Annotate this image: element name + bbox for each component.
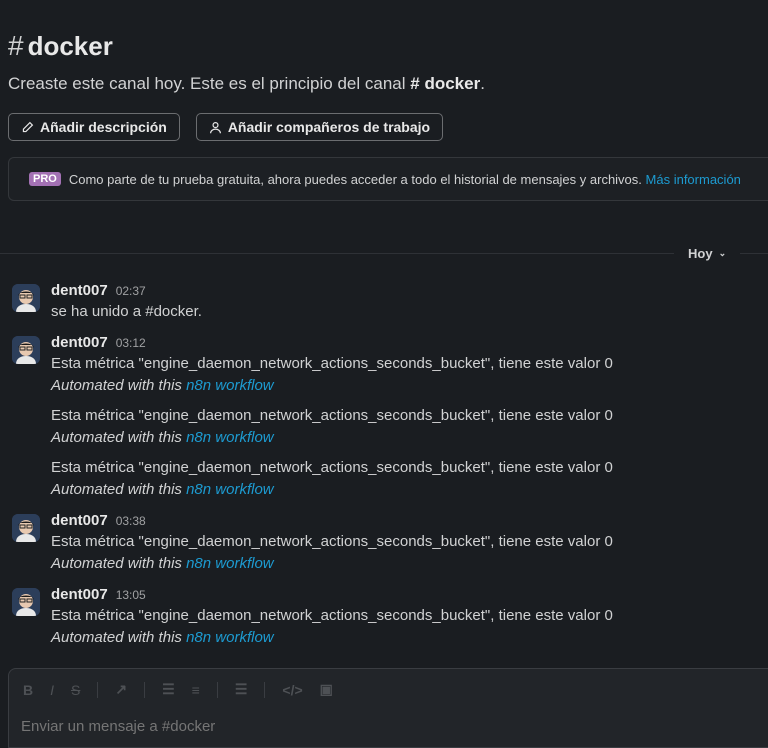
italic-icon[interactable]: I [50, 682, 54, 698]
channel-intro: Creaste este canal hoy. Este es el princ… [8, 74, 485, 94]
more-info-link[interactable]: Más información [646, 172, 741, 187]
add-description-button[interactable]: Añadir descripción [8, 113, 180, 141]
day-divider-line [0, 253, 768, 254]
ordered-list-icon[interactable]: ☰ [162, 681, 175, 698]
n8n-workflow-link[interactable]: n8n workflow [186, 555, 274, 572]
avatar[interactable] [12, 588, 40, 616]
automation-note: Automated with this n8n workflow [51, 429, 274, 446]
n8n-workflow-link[interactable]: n8n workflow [186, 429, 274, 446]
message-text: Esta métrica "engine_daemon_network_acti… [51, 407, 613, 424]
message-timestamp[interactable]: 03:12 [116, 336, 146, 350]
intro-end: . [480, 74, 485, 93]
message-timestamp[interactable]: 13:05 [116, 588, 146, 602]
message-input[interactable] [21, 718, 421, 735]
avatar[interactable] [12, 514, 40, 542]
intro-text: Creaste este canal hoy. Este es el princ… [8, 74, 406, 93]
user-icon [209, 121, 221, 133]
pro-trial-banner: PRO Como parte de tu prueba gratuita, ah… [8, 157, 768, 201]
link-icon[interactable]: ↗ [115, 681, 127, 698]
message-timestamp[interactable]: 02:37 [116, 284, 146, 298]
avatar[interactable] [12, 336, 40, 364]
channel-name: docker [27, 30, 113, 61]
automation-note: Automated with this n8n workflow [51, 555, 274, 572]
automation-note: Automated with this n8n workflow [51, 481, 274, 498]
code-icon[interactable]: </> [282, 682, 302, 698]
formatting-toolbar: B I S ↗ ☰ ≡ ☰ </> ▣ [23, 681, 333, 698]
add-teammates-label: Añadir compañeros de trabajo [227, 119, 431, 135]
n8n-workflow-link[interactable]: n8n workflow [186, 377, 274, 394]
pro-badge: PRO [29, 172, 61, 186]
toolbar-divider [264, 681, 266, 698]
message-author[interactable]: dent007 [51, 586, 108, 603]
channel-title[interactable]: # docker [8, 30, 113, 62]
code-block-icon[interactable]: ▣ [320, 681, 333, 698]
add-description-label: Añadir descripción [40, 119, 167, 135]
chevron-down-icon: ⌄ [718, 247, 727, 258]
add-teammates-button[interactable]: Añadir compañeros de trabajo [195, 113, 444, 141]
channel-actions: Añadir descripción Añadir compañeros de … [8, 113, 444, 141]
n8n-workflow-link[interactable]: n8n workflow [186, 629, 274, 646]
channel-header: # docker [8, 30, 113, 62]
n8n-workflow-link[interactable]: n8n workflow [186, 481, 274, 498]
intro-channel-name[interactable]: # docker [410, 74, 480, 93]
message-text: Esta métrica "engine_daemon_network_acti… [51, 533, 613, 550]
day-divider[interactable]: Hoy ⌄ [674, 242, 741, 264]
message-author[interactable]: dent007 [51, 282, 108, 299]
message-text: Esta métrica "engine_daemon_network_acti… [51, 459, 613, 476]
message-author[interactable]: dent007 [51, 334, 108, 351]
day-label: Hoy [688, 245, 713, 261]
pencil-icon [22, 121, 34, 132]
blockquote-icon[interactable]: ☰ [235, 681, 248, 698]
automation-note: Automated with this n8n workflow [51, 377, 274, 394]
toolbar-divider [144, 681, 146, 698]
bulleted-list-icon[interactable]: ≡ [192, 682, 200, 698]
avatar[interactable] [12, 284, 40, 312]
toolbar-divider [97, 681, 99, 698]
message-text: Esta métrica "engine_daemon_network_acti… [51, 607, 613, 624]
message-text: se ha unido a #docker. [51, 303, 202, 320]
strikethrough-icon[interactable]: S [71, 682, 80, 698]
message-text: Esta métrica "engine_daemon_network_acti… [51, 355, 613, 372]
message-timestamp[interactable]: 03:38 [116, 514, 146, 528]
message-composer: B I S ↗ ☰ ≡ ☰ </> ▣ [8, 668, 768, 748]
hash-icon: # [8, 30, 24, 61]
bold-icon[interactable]: B [23, 682, 33, 698]
automation-note: Automated with this n8n workflow [51, 629, 274, 646]
pro-banner-text: Como parte de tu prueba gratuita, ahora … [68, 171, 642, 187]
message-author[interactable]: dent007 [51, 512, 108, 529]
toolbar-divider [216, 681, 218, 698]
